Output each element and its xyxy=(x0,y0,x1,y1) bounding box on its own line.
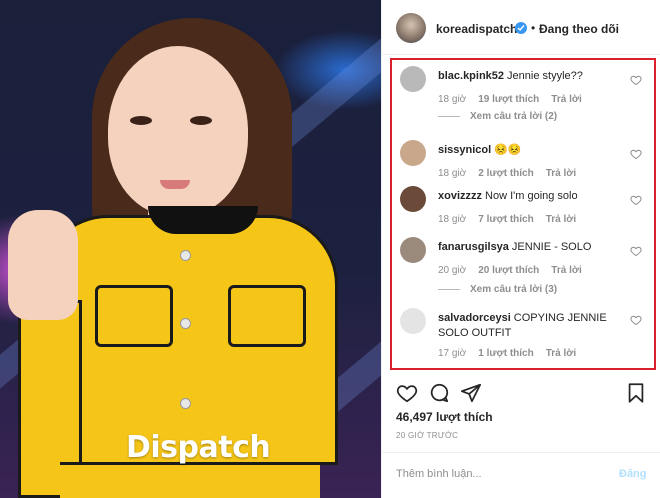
comment-text: sissynicol 😣😣 xyxy=(438,143,618,158)
comment-likes[interactable]: 2 lượt thích xyxy=(478,168,533,179)
reply-button[interactable]: Trả lời xyxy=(546,168,576,179)
jacket-button xyxy=(180,398,191,409)
comment-time: 20 giờ xyxy=(438,265,467,276)
avatar[interactable] xyxy=(400,237,426,263)
comment-likes[interactable]: 1 lượt thích xyxy=(478,348,533,359)
heart-icon[interactable] xyxy=(630,245,642,257)
avatar[interactable] xyxy=(400,308,426,334)
comment-username[interactable]: salvadorceysi xyxy=(438,312,511,324)
comment-username[interactable]: blac.kpink52 xyxy=(438,70,504,82)
comment-time: 18 giờ xyxy=(438,94,467,105)
heart-icon[interactable] xyxy=(396,382,418,404)
heart-icon[interactable] xyxy=(630,148,642,160)
view-replies-label: Xem câu trả lời (2) xyxy=(470,111,558,122)
view-replies-button[interactable]: Xem câu trả lời (2) xyxy=(438,111,557,122)
reply-button[interactable]: Trả lời xyxy=(551,94,581,105)
reply-button[interactable]: Trả lời xyxy=(551,265,581,276)
comment-username[interactable]: sissynicol xyxy=(438,144,491,156)
comment-likes[interactable]: 20 lượt thích xyxy=(478,265,539,276)
reply-button[interactable]: Trả lời xyxy=(546,214,576,225)
comment-body: 😣😣 xyxy=(494,144,522,156)
following-button[interactable]: Đang theo dõi xyxy=(539,22,619,36)
jacket-collar xyxy=(148,206,258,234)
avatar[interactable] xyxy=(400,140,426,166)
skirt xyxy=(60,462,320,498)
comment-time: 17 giờ xyxy=(438,348,467,359)
heart-icon[interactable] xyxy=(630,314,642,326)
replies-divider xyxy=(438,288,460,290)
comments-highlight-box: blac.kpink52 Jennie styyle?? 18 giờ 19 lượ… xyxy=(390,58,656,370)
jacket-pocket xyxy=(228,285,306,347)
comment-input[interactable]: Thêm bình luận... xyxy=(396,468,596,484)
comment-time: 18 giờ xyxy=(438,168,467,179)
avatar[interactable] xyxy=(400,186,426,212)
heart-icon[interactable] xyxy=(630,194,642,206)
eye xyxy=(190,116,212,125)
like-count[interactable]: 46,497 lượt thích xyxy=(396,410,493,424)
comment-username[interactable]: xovizzzz xyxy=(438,190,482,202)
comment-username[interactable]: fanarusgilsya xyxy=(438,241,509,253)
jacket-button xyxy=(180,250,191,261)
mouth xyxy=(160,180,190,189)
bookmark-icon[interactable] xyxy=(625,382,647,404)
comment-meta: 18 giờ 7 lượt thích Trả lời xyxy=(438,214,588,225)
comment-meta: 20 giờ 20 lượt thích Trả lời xyxy=(438,265,594,276)
post-timestamp: 20 GIỜ TRƯỚC xyxy=(396,431,459,440)
comment-time: 18 giờ xyxy=(438,214,467,225)
comment-body: JENNIE - SOLO xyxy=(511,241,592,253)
avatar[interactable] xyxy=(396,13,426,43)
post-header: koreadispatch • Đang theo dõi xyxy=(382,0,660,55)
comment-meta: 18 giờ 19 lượt thích Trả lời xyxy=(438,94,594,105)
share-icon[interactable] xyxy=(460,382,482,404)
waving-hand xyxy=(8,210,78,320)
replies-divider xyxy=(438,115,460,117)
face xyxy=(108,46,248,216)
view-replies-label: Xem câu trả lời (3) xyxy=(470,284,558,295)
comment-icon[interactable] xyxy=(428,382,450,404)
comment-body: Now I'm going solo xyxy=(485,190,578,202)
comment-meta: 17 giờ 1 lượt thích Trả lời xyxy=(438,348,588,359)
username[interactable]: koreadispatch xyxy=(436,22,517,36)
post-side-panel: koreadispatch • Đang theo dõi blac.kpink… xyxy=(381,0,660,498)
separator-dot: • xyxy=(531,21,536,35)
comment-text: blac.kpink52 Jennie styyle?? xyxy=(438,69,618,84)
heart-icon[interactable] xyxy=(630,74,642,86)
jacket-pocket xyxy=(95,285,173,347)
comment-likes[interactable]: 19 lượt thích xyxy=(478,94,539,105)
view-replies-button[interactable]: Xem câu trả lời (3) xyxy=(438,284,557,295)
dispatch-watermark: Dispatch xyxy=(126,430,271,465)
post-photo: Dispatch xyxy=(0,0,381,498)
comment-likes[interactable]: 7 lượt thích xyxy=(478,214,533,225)
avatar[interactable] xyxy=(400,66,426,92)
eye xyxy=(130,116,152,125)
comment-text: xovizzzz Now I'm going solo xyxy=(438,189,618,204)
comment-body: Jennie styyle?? xyxy=(507,70,583,82)
post-comment-button[interactable]: Đăng xyxy=(619,468,647,480)
reply-button[interactable]: Trả lời xyxy=(546,348,576,359)
verified-badge-icon xyxy=(515,22,527,34)
comment-text: salvadorceysi COPYING JENNIE SOLO OUTFIT xyxy=(438,311,618,341)
comment-text: fanarusgilsya JENNIE - SOLO xyxy=(438,240,618,255)
post-actions xyxy=(382,378,660,408)
add-comment-bar: Thêm bình luận... Đăng xyxy=(382,452,660,498)
comment-meta: 18 giờ 2 lượt thích Trả lời xyxy=(438,168,588,179)
jacket-button xyxy=(180,318,191,329)
